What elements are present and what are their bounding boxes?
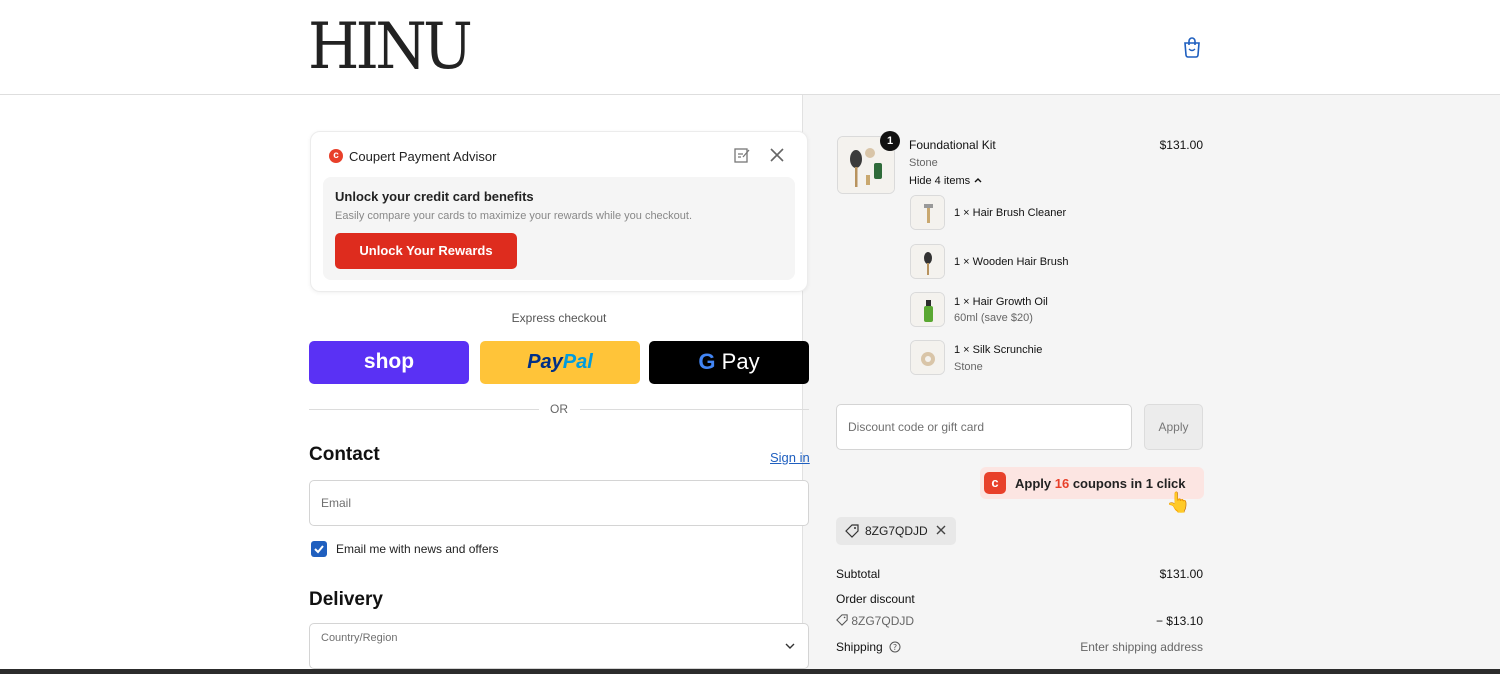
coupert-logo-icon: c xyxy=(329,149,343,163)
subtotal-label: Subtotal xyxy=(836,567,881,581)
or-divider-label: OR xyxy=(550,402,568,416)
shopping-bag-icon[interactable] xyxy=(1181,36,1203,58)
discount-placeholder: Discount code or gift card xyxy=(848,420,985,434)
email-placeholder: Email xyxy=(321,496,352,510)
shipping-label: Shipping xyxy=(836,640,883,654)
quantity-badge: 1 xyxy=(880,131,900,151)
google-g-icon: G xyxy=(698,349,716,374)
newsletter-label: Email me with news and offers xyxy=(336,542,499,556)
order-discount-code-text: 8ZG7QDJD xyxy=(851,614,915,628)
order-discount-value: − $13.10 xyxy=(1155,614,1203,628)
sub-item-thumbnail xyxy=(910,195,945,230)
pointer-hand-icon: 👆 xyxy=(1166,492,1191,514)
svg-text:?: ? xyxy=(893,643,897,652)
country-select[interactable]: Country/Region xyxy=(309,623,809,669)
coupons-label-b: coupons in 1 click xyxy=(1069,476,1186,491)
order-discount-code: 8ZG7QDJD xyxy=(836,614,914,628)
paypal-wordmark-a: Pay xyxy=(527,351,563,373)
apply-discount-button[interactable]: Apply xyxy=(1144,404,1203,450)
remove-discount-icon[interactable] xyxy=(935,523,947,537)
chevron-up-icon xyxy=(974,178,982,183)
checkmark-icon xyxy=(314,545,324,554)
sub-item-thumbnail xyxy=(910,244,945,279)
product-price: $131.00 xyxy=(1159,138,1203,152)
product-title: Foundational Kit xyxy=(909,138,996,152)
order-discount-label: Order discount xyxy=(836,592,915,606)
contact-heading: Contact xyxy=(309,444,380,465)
newsletter-checkbox[interactable] xyxy=(311,541,327,557)
close-icon[interactable] xyxy=(768,146,786,164)
coupons-label: Apply 16 coupons in 1 click xyxy=(1015,476,1186,491)
paypal-button[interactable]: PayPal xyxy=(480,341,640,384)
coupert-subtext: Easily compare your cards to maximize yo… xyxy=(335,210,693,222)
divider-left xyxy=(309,409,539,410)
sub-item-variant: Stone xyxy=(954,361,983,373)
edit-icon[interactable] xyxy=(733,146,751,164)
coupert-advisor-card: c Coupert Payment Advisor Unlock your cr… xyxy=(310,131,808,292)
delivery-heading: Delivery xyxy=(309,589,383,610)
coupert-title: Coupert Payment Advisor xyxy=(349,149,497,164)
sub-item-name: 1 × Hair Growth Oil xyxy=(954,296,1048,308)
sub-item-variant: 60ml (save $20) xyxy=(954,312,1033,324)
sub-item-thumbnail xyxy=(910,292,945,327)
coupert-offer-panel: Unlock your credit card benefits Easily … xyxy=(323,177,795,280)
gpay-label: Pay xyxy=(721,349,760,374)
sub-item-name: 1 × Hair Brush Cleaner xyxy=(954,207,1067,219)
sub-item-name: 1 × Wooden Hair Brush xyxy=(954,256,1069,268)
shipping-row: Shipping ? xyxy=(836,640,901,654)
brush-cleaner-image xyxy=(911,196,944,229)
coupons-label-a: Apply xyxy=(1015,476,1055,491)
discount-code-input[interactable]: Discount code or gift card xyxy=(836,404,1132,450)
hide-items-label: Hide 4 items xyxy=(909,175,971,187)
paypal-wordmark-b: Pal xyxy=(562,351,593,373)
sub-item-name: 1 × Silk Scrunchie xyxy=(954,344,1043,356)
sign-in-link[interactable]: Sign in xyxy=(770,450,810,465)
store-logo[interactable]: HINU xyxy=(308,12,473,82)
scrunchie-image xyxy=(911,341,944,374)
product-variant: Stone xyxy=(909,157,938,169)
subtotal-value: $131.00 xyxy=(1159,567,1203,581)
tag-icon xyxy=(836,614,848,626)
discount-code-label: 8ZG7QDJD xyxy=(865,524,928,538)
coupert-heading: Unlock your credit card benefits xyxy=(335,189,534,204)
sub-item-thumbnail xyxy=(910,340,945,375)
coupert-logo-icon: c xyxy=(984,472,1006,494)
country-label: Country/Region xyxy=(321,632,398,644)
express-checkout-label: Express checkout xyxy=(511,311,607,325)
applied-discount-tag: 8ZG7QDJD xyxy=(836,517,956,545)
google-pay-button[interactable]: G Pay xyxy=(649,341,809,384)
shipping-value: Enter shipping address xyxy=(1080,640,1203,654)
email-field[interactable]: Email xyxy=(309,480,809,526)
help-icon[interactable]: ? xyxy=(889,641,901,653)
order-summary-panel xyxy=(802,95,1500,669)
site-header: HINU xyxy=(0,0,1500,95)
tag-icon xyxy=(845,524,859,538)
growth-oil-image xyxy=(911,293,944,326)
hide-items-toggle[interactable]: Hide 4 items xyxy=(909,175,983,187)
window-bottom-edge xyxy=(0,669,1500,674)
unlock-rewards-button[interactable]: Unlock Your Rewards xyxy=(335,233,517,269)
wooden-brush-image xyxy=(911,245,944,278)
coupon-count: 16 xyxy=(1054,476,1070,491)
divider-right xyxy=(580,409,809,410)
chevron-down-icon xyxy=(785,643,795,649)
shop-pay-button[interactable]: shop xyxy=(309,341,469,384)
